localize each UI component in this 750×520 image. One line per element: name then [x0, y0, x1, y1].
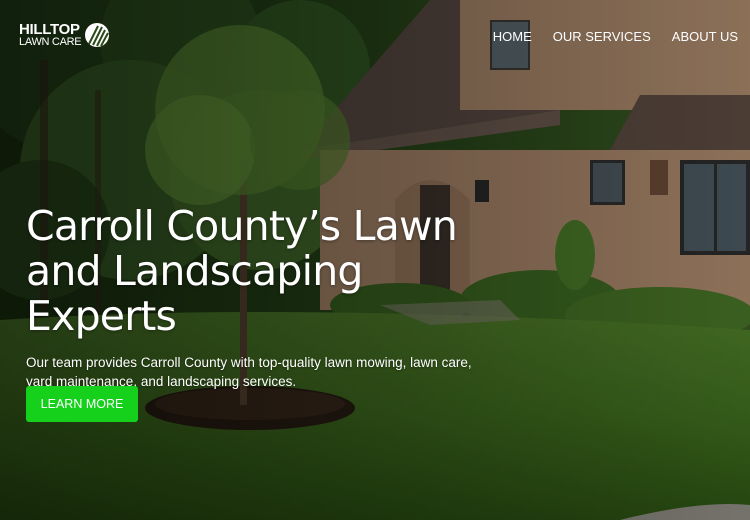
- learn-more-button[interactable]: LEARN MORE: [26, 386, 138, 422]
- site-logo[interactable]: HILLTOP LAWN CARE: [19, 22, 110, 48]
- main-nav: HOME OUR SERVICES ABOUT US: [472, 29, 738, 44]
- nav-our-services[interactable]: OUR SERVICES: [553, 29, 651, 44]
- hero-content: Carroll County’s Lawn and Landscaping Ex…: [26, 204, 496, 391]
- hero-title: Carroll County’s Lawn and Landscaping Ex…: [26, 204, 496, 339]
- logo-line2: LAWN CARE: [19, 35, 82, 48]
- hero-title-line1: Carroll County’s Lawn: [26, 202, 458, 250]
- logo-wordmark: HILLTOP LAWN CARE: [19, 20, 82, 48]
- logo-line1: HILLTOP: [19, 20, 80, 38]
- site-header: HILLTOP LAWN CARE HOME OUR SERVICES ABOU…: [0, 0, 750, 70]
- hero-title-line2: and Landscaping Experts: [26, 247, 363, 340]
- nav-about-us[interactable]: ABOUT US: [672, 29, 738, 44]
- hero-section: HILLTOP LAWN CARE HOME OUR SERVICES ABOU…: [0, 0, 750, 520]
- leaf-stripes-icon: [85, 23, 110, 47]
- nav-home[interactable]: HOME: [493, 29, 532, 44]
